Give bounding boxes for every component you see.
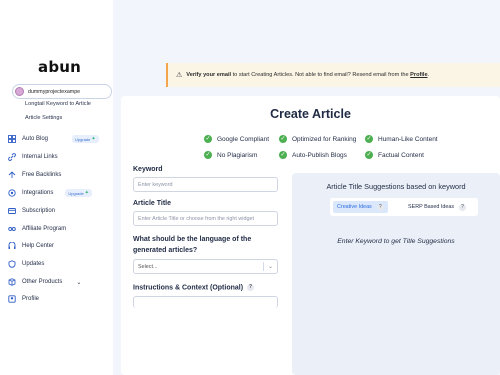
help-icon[interactable]: ?	[247, 284, 255, 291]
feature-google-compliant: ✓ Google Compliant	[204, 135, 269, 143]
tab-label: SERP Based Ideas	[408, 204, 455, 210]
language-select-value: Select...	[138, 263, 158, 270]
sparkle-icon: ✦	[91, 136, 96, 142]
sidebar-item-integrations[interactable]: Integrations Upgrade ✦	[8, 187, 92, 199]
sidebar-item-updates[interactable]: Updates	[8, 258, 44, 270]
article-title-label: Article Title	[133, 200, 171, 207]
sidebar-item-label: Updates	[22, 261, 45, 267]
sidebar-item-label: Affiliate Program	[22, 226, 67, 232]
sidebar-item-label: Help Center	[22, 243, 55, 249]
updates-icon	[8, 260, 16, 268]
check-icon: ✓	[204, 135, 212, 143]
sidebar-item-profile[interactable]: Profile	[8, 293, 39, 305]
page-title: Create Article	[270, 107, 351, 121]
suggestions-empty-state: Enter Keyword to get Title Suggestions	[337, 238, 455, 245]
instructions-label-text: Instructions & Context (Optional)	[133, 284, 244, 292]
sidebar-item-free-backlinks[interactable]: Free Backlinks	[8, 169, 61, 181]
upgrade-badge[interactable]: Upgrade ✦	[65, 189, 92, 197]
tab-serp-based-ideas[interactable]: SERP Based Ideas ?	[404, 201, 470, 213]
sidebar-subitem-longtail[interactable]: Longtail Keyword to Article	[25, 101, 91, 107]
feature-human-like: ✓ Human-Like Content	[365, 135, 438, 143]
help-icon	[8, 242, 16, 249]
feature-label: Factual Content	[378, 151, 424, 159]
warning-icon: ⚠	[176, 72, 183, 79]
check-icon: ✓	[365, 135, 373, 143]
verify-email-banner: ⚠ Verify your email to start Creating Ar…	[166, 63, 500, 87]
card-icon	[8, 208, 16, 214]
select-divider	[262, 262, 264, 271]
sidebar-subitem-article-settings[interactable]: Article Settings	[25, 115, 62, 121]
help-icon[interactable]: ?	[376, 203, 384, 211]
instructions-label: Instructions & Context (Optional)?	[133, 284, 255, 292]
language-select[interactable]: Select... ⌄	[133, 259, 278, 274]
instructions-textarea[interactable]	[133, 296, 278, 308]
affiliate-icon	[8, 227, 16, 231]
feature-label: Optimized for Ranking	[292, 135, 357, 143]
sidebar-item-label: Auto Blog	[22, 136, 49, 142]
check-icon: ✓	[204, 151, 212, 159]
check-icon: ✓	[279, 135, 287, 143]
sidebar-item-auto-blog[interactable]: Auto Blog Upgrade ✦	[8, 133, 99, 145]
language-label-line1: What should be the language of the	[133, 236, 252, 243]
feature-factual-content: ✓ Factual Content	[365, 151, 424, 159]
sidebar-item-label: Internal Links	[22, 154, 58, 160]
suggestions-title: Article Title Suggestions based on keywo…	[326, 182, 466, 191]
grid-icon	[8, 135, 16, 143]
products-icon	[8, 278, 16, 286]
feature-label: Human-Like Content	[378, 135, 438, 143]
chevron-down-icon[interactable]: ⌄	[76, 279, 81, 286]
sidebar-item-affiliate[interactable]: Affiliate Program	[8, 223, 66, 235]
feature-label: Auto-Publish Blogs	[292, 151, 347, 159]
sidebar-item-label: Integrations	[22, 190, 54, 196]
feature-label: Google Compliant	[217, 135, 270, 143]
language-label-line2: generated articles?	[133, 247, 198, 254]
banner-text: Verify your email to start Creating Arti…	[186, 72, 429, 78]
profile-link[interactable]: Profile	[410, 72, 427, 78]
puzzle-icon	[8, 189, 16, 197]
feature-optimized-ranking: ✓ Optimized for Ranking	[279, 135, 356, 143]
check-icon: ✓	[279, 151, 287, 159]
sidebar-item-help-center[interactable]: Help Center	[8, 240, 54, 252]
profile-icon	[8, 295, 16, 303]
article-title-input[interactable]	[133, 211, 278, 226]
banner-body: to start Creating Articles. Not able to …	[231, 72, 411, 78]
app-logo[interactable]: abun	[38, 58, 81, 76]
sidebar-item-label: Subscription	[22, 208, 56, 214]
sidebar-item-label: Profile	[22, 296, 40, 302]
sidebar-item-other-products[interactable]: Other Products ⌄	[8, 276, 81, 288]
keyword-input[interactable]	[133, 177, 278, 192]
feature-no-plagiarism: ✓ No Plagiarism	[204, 151, 257, 159]
sidebar-item-label: Free Backlinks	[22, 172, 62, 178]
help-icon[interactable]: ?	[459, 203, 467, 211]
link-icon	[8, 153, 16, 161]
tab-creative-ideas[interactable]: Creative Ideas ?	[333, 201, 388, 213]
check-icon: ✓	[365, 151, 373, 159]
banner-end: .	[427, 72, 430, 78]
banner-bold: Verify your email	[186, 72, 232, 78]
backlink-icon	[8, 171, 16, 178]
site-selector[interactable]: dummyprojectexampe	[12, 84, 112, 99]
chevron-down-icon: ⌄	[267, 264, 273, 270]
sidebar-item-subscription[interactable]: Subscription	[8, 205, 55, 217]
upgrade-badge-label: Upgrade	[75, 136, 91, 142]
feature-auto-publish: ✓ Auto-Publish Blogs	[279, 151, 347, 159]
sparkle-icon: ✦	[84, 190, 89, 196]
site-avatar	[15, 87, 24, 96]
upgrade-badge-label: Upgrade	[68, 190, 84, 196]
site-selector-value: dummyprojectexampe	[28, 88, 81, 95]
sidebar-item-internal-links[interactable]: Internal Links	[8, 151, 58, 163]
sidebar-item-label: Other Products	[22, 279, 63, 285]
sidebar: abun dummyprojectexampe Longtail Keyword…	[0, 0, 113, 375]
keyword-label: Keyword	[133, 166, 163, 173]
tab-label: Creative Ideas	[337, 204, 372, 210]
upgrade-badge[interactable]: Upgrade ✦	[72, 135, 99, 143]
feature-label: No Plagiarism	[217, 151, 258, 159]
